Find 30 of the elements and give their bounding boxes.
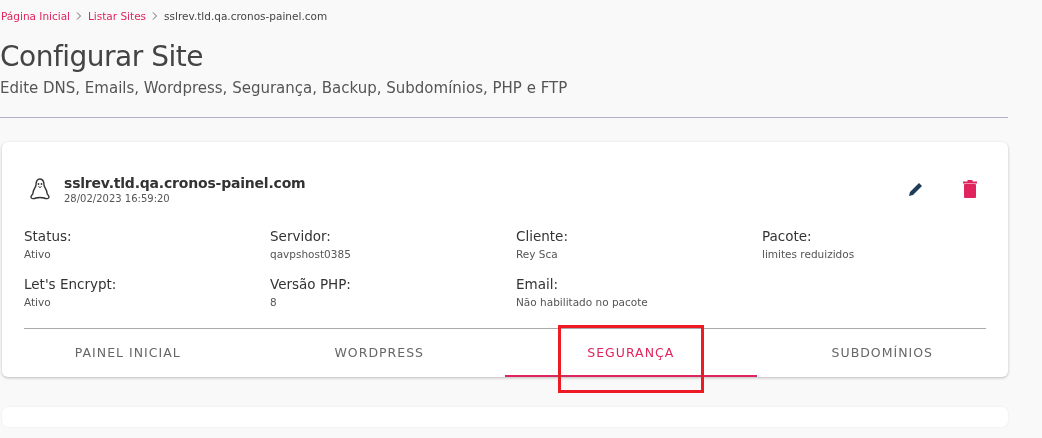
field-label: Status: [24,228,73,244]
breadcrumb-current: sslrev.tld.qa.cronos-painel.com [164,10,328,22]
field-value: Rey Sca [516,248,559,260]
breadcrumb-link[interactable]: Página Inicial [1,10,70,22]
site-domain: sslrev.tld.qa.cronos-painel.com [64,174,306,191]
trash-icon [963,180,977,198]
chevron-icon [76,12,82,20]
field-value: 8 [270,296,278,308]
field-value: Não habilitado no pacote [516,296,649,308]
tab[interactable]: WORDPRESS [253,329,505,377]
tab[interactable]: PAINEL INICIAL [2,329,254,377]
breadcrumb-link[interactable]: Listar Sites [88,10,147,22]
field-value: limites reduizidos [762,248,856,260]
page-title: Configurar Site [0,40,204,74]
field-value: Ativo [24,296,52,308]
tab[interactable]: SUBDOMÍNIOS [756,329,1008,377]
field-label: Let's Encrypt: [24,276,118,292]
field-label: Pacote: [762,228,813,244]
field-label: Servidor: [270,228,332,244]
field-label: Cliente: [516,228,569,244]
site-date: 28/02/2023 16:59:20 [64,192,171,204]
chevron-icon [152,12,159,20]
page-subtitle: Edite DNS, Emails, Wordpress, Segurança, Backup, Subdomínios, PHP e FTP [0,78,569,98]
delete-button[interactable] [960,179,980,199]
field-label: Email: [516,276,559,292]
pencil-icon [908,181,924,197]
field-value: qavpshost0385 [270,248,352,260]
tab[interactable]: SEGURANÇA [505,329,757,377]
field-label: Versão PHP: [270,276,352,292]
field-value: Ativo [24,248,52,260]
